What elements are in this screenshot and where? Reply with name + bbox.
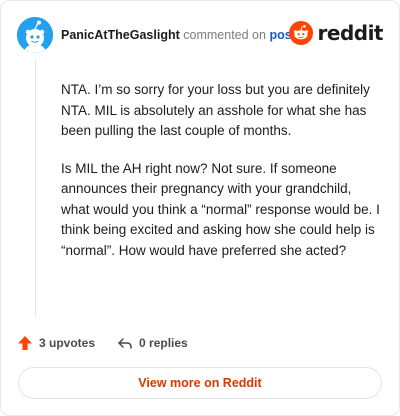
comment-body: NTA. I’m so sorry for your loss but you … (61, 80, 383, 278)
author-name[interactable]: PanicAtTheGaslight (61, 28, 180, 42)
reddit-logo[interactable]: reddit (288, 21, 384, 45)
upvote-count: 3 upvotes (39, 336, 96, 350)
embedded-comment-card: PanicAtTheGaslight commented on post red… (0, 0, 400, 416)
reply-action[interactable]: 0 replies (117, 335, 188, 351)
reddit-wordmark: reddit (317, 21, 384, 45)
reddit-snoo-icon (288, 21, 313, 45)
comment-header: PanicAtTheGaslight commented on post (61, 28, 296, 42)
upvote-action[interactable]: 3 upvotes (17, 335, 95, 351)
reply-count: 0 replies (139, 336, 188, 350)
user-avatar[interactable] (17, 17, 53, 53)
comment-paragraph-2: Is MIL the AH right now? Not sure. If so… (61, 160, 380, 258)
view-more-on-reddit-button[interactable]: View more on Reddit (18, 367, 382, 399)
comment-actions: 3 upvotes 0 replies (17, 335, 188, 351)
thread-line (35, 59, 36, 317)
snoo-avatar-icon (17, 17, 53, 53)
upvote-arrow-icon[interactable] (17, 335, 33, 351)
commented-on-label: commented on (183, 28, 266, 42)
comment-paragraph-1: NTA. I’m so sorry for your loss but you … (61, 82, 370, 138)
reply-arrow-icon[interactable] (117, 335, 133, 351)
